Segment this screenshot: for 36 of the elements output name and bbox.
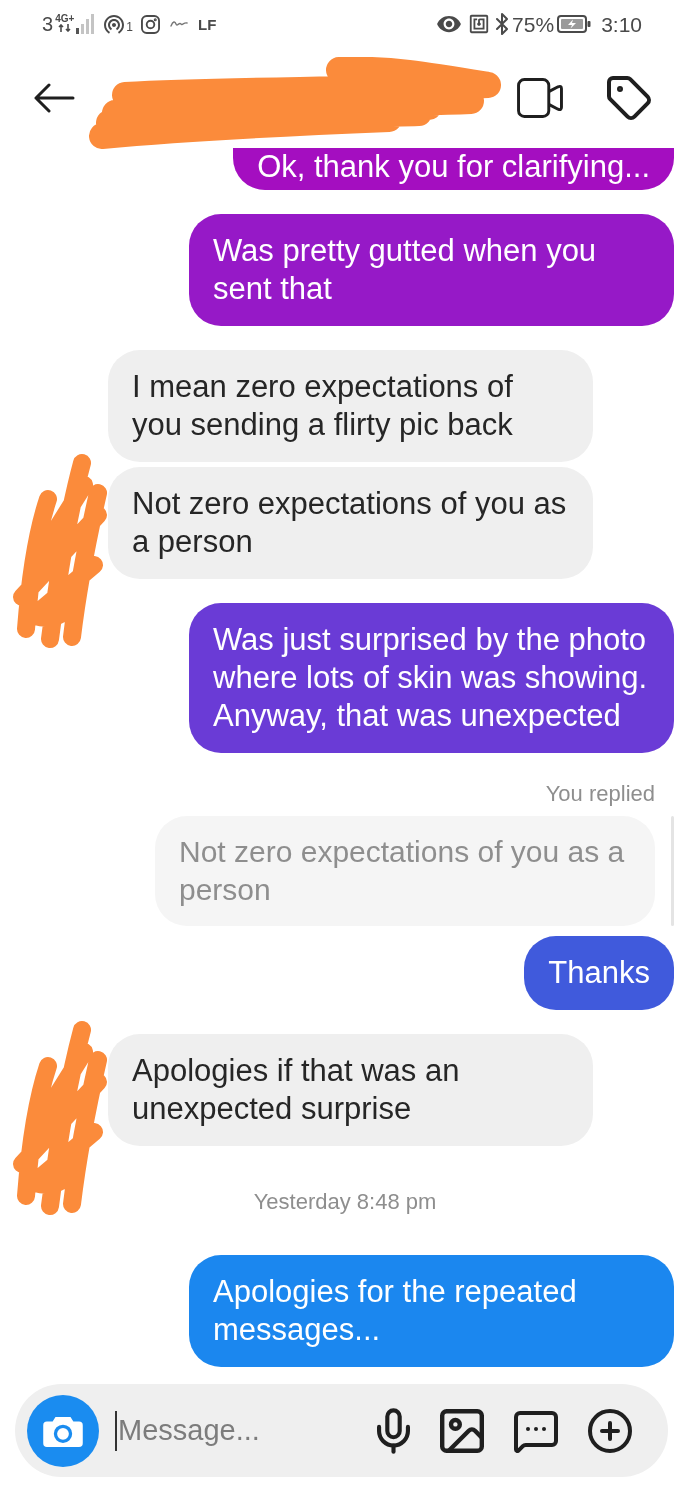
sent-message-bubble: Apologies for the repeated messages... [189,1255,674,1367]
received-message-bubble: Apologies if that was an unexpected surprise [108,1034,593,1146]
camera-button[interactable] [27,1394,99,1467]
received-message-bubble: Not zero expectations of you as a person [108,467,593,579]
plus-circle-icon[interactable] [588,1408,632,1453]
bluetooth-icon [496,13,509,35]
battery-percent: 75% [512,13,555,35]
tag-icon[interactable] [607,76,651,120]
message-input[interactable]: Message... [118,1408,348,1453]
hotspot-icon [102,12,127,36]
sent-message-bubble: Ok, thank you for clarifying... [233,148,674,190]
sent-message-bubble: Thanks [524,936,674,1010]
received-message-bubble: I mean zero expectations of you sending a flirty pic back [108,350,593,462]
text-cursor-icon [115,1410,117,1451]
message-timestamp: Yesterday 8:48 pm [253,1188,437,1216]
data-arrows-icon [57,23,72,32]
quoted-message-bubble: Not zero expectations of you as a person [155,816,655,926]
instagram-icon [141,14,160,34]
back-arrow-icon[interactable] [33,83,75,113]
sent-message-bubble: Was just surprised by the photo where lots of skin was showing. Anyway, that was unexpected [189,603,674,753]
carrier-label: LF [198,16,217,32]
image-gallery-icon[interactable] [440,1408,484,1453]
hotspot-count: 1 [126,19,133,36]
sent-message-bubble: Was pretty gutted when you sent that [189,214,674,326]
chat-bubble-icon[interactable] [514,1408,558,1453]
camera-icon [43,1414,83,1447]
network-type-label: 4G+ [55,12,75,24]
battery-charging-icon [557,15,592,33]
nfc-icon [468,13,491,35]
signal-bars-icon [76,14,95,34]
video-camera-icon[interactable] [517,78,563,118]
app-logo-icon [170,20,188,28]
reply-label: You replied [545,780,655,808]
clock-time: 3:10 [601,13,642,35]
sim-slot-label: 3 [42,14,54,34]
microphone-icon[interactable] [377,1407,410,1454]
